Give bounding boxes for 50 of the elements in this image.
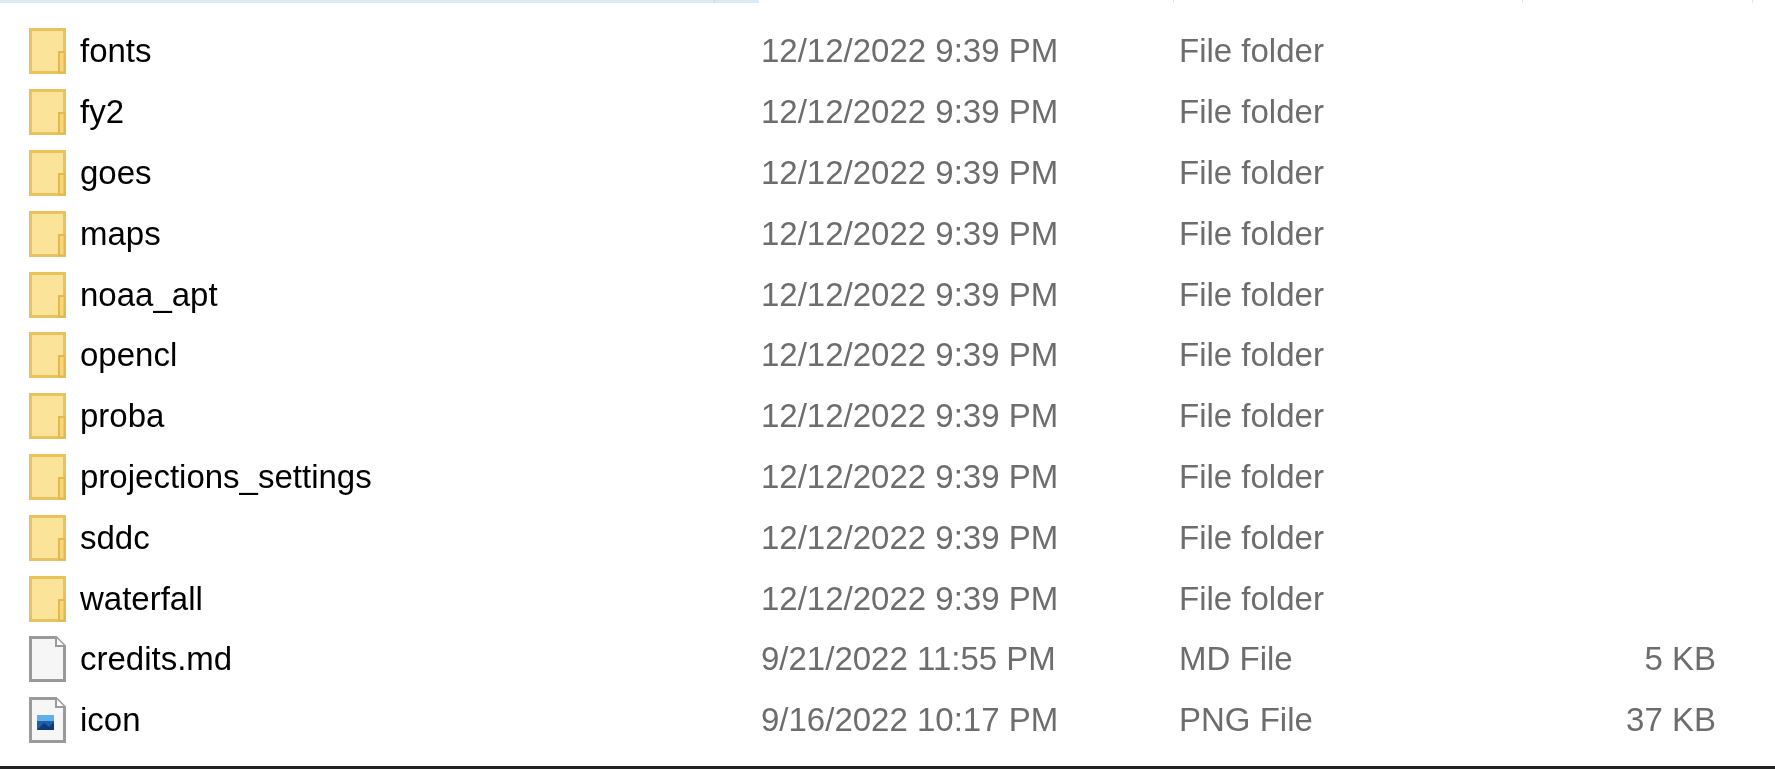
date-modified: 9/21/2022 11:55 PM [761, 639, 1056, 680]
date-modified: 12/12/2022 9:39 PM [761, 274, 1059, 315]
file-name[interactable]: proba [80, 396, 165, 437]
file-size: 37 KB [1626, 700, 1716, 741]
date-modified: 12/12/2022 9:39 PM [761, 456, 1059, 497]
image-file-icon[interactable] [29, 697, 66, 744]
file-name[interactable]: sddc [80, 517, 150, 558]
file-type: File folder [1179, 274, 1324, 315]
folder-icon[interactable] [29, 271, 66, 318]
folder-icon[interactable] [29, 453, 66, 500]
file-name[interactable]: goes [80, 153, 152, 193]
folder-icon[interactable] [29, 150, 66, 196]
file-type: File folder [1179, 396, 1324, 437]
folder-icon[interactable] [29, 332, 66, 379]
file-name[interactable]: fy2 [80, 92, 125, 133]
file-name[interactable]: waterfall [80, 578, 203, 619]
date-modified: 12/12/2022 9:39 PM [761, 517, 1059, 558]
file-type: PNG File [1179, 700, 1313, 741]
file-type: File folder [1179, 92, 1324, 133]
folder-icon[interactable] [29, 210, 66, 257]
folder-icon[interactable] [29, 89, 66, 136]
file-type: File folder [1179, 213, 1324, 254]
date-modified: 12/12/2022 9:39 PM [761, 335, 1059, 376]
date-modified: 9/16/2022 10:17 PM [761, 700, 1059, 741]
document-icon[interactable] [29, 636, 66, 683]
folder-icon[interactable] [29, 514, 66, 561]
file-type: File folder [1179, 517, 1324, 558]
file-name[interactable]: maps [80, 213, 161, 254]
file-name[interactable]: projections_settings [80, 456, 372, 497]
file-type: File folder [1179, 153, 1324, 193]
file-type: File folder [1179, 456, 1324, 497]
file-name[interactable]: fonts [80, 31, 152, 72]
file-type: File folder [1179, 335, 1324, 376]
file-type: MD File [1179, 639, 1293, 680]
date-modified: 12/12/2022 9:39 PM [761, 153, 1059, 193]
folder-icon[interactable] [29, 28, 66, 75]
date-modified: 12/12/2022 9:39 PM [761, 213, 1059, 254]
file-name[interactable]: credits.md [80, 639, 233, 680]
date-modified: 12/12/2022 9:39 PM [761, 31, 1059, 72]
date-modified: 12/12/2022 9:39 PM [761, 92, 1059, 133]
file-name[interactable]: icon [80, 700, 141, 741]
folder-icon[interactable] [29, 393, 66, 440]
date-modified: 12/12/2022 9:39 PM [761, 578, 1059, 619]
file-type: File folder [1179, 578, 1324, 619]
file-type: File folder [1179, 31, 1324, 72]
file-size: 5 KB [1644, 639, 1716, 680]
date-modified: 12/12/2022 9:39 PM [761, 396, 1059, 437]
folder-icon[interactable] [29, 575, 66, 622]
file-name[interactable]: noaa_apt [80, 274, 218, 315]
file-name[interactable]: opencl [80, 335, 178, 376]
